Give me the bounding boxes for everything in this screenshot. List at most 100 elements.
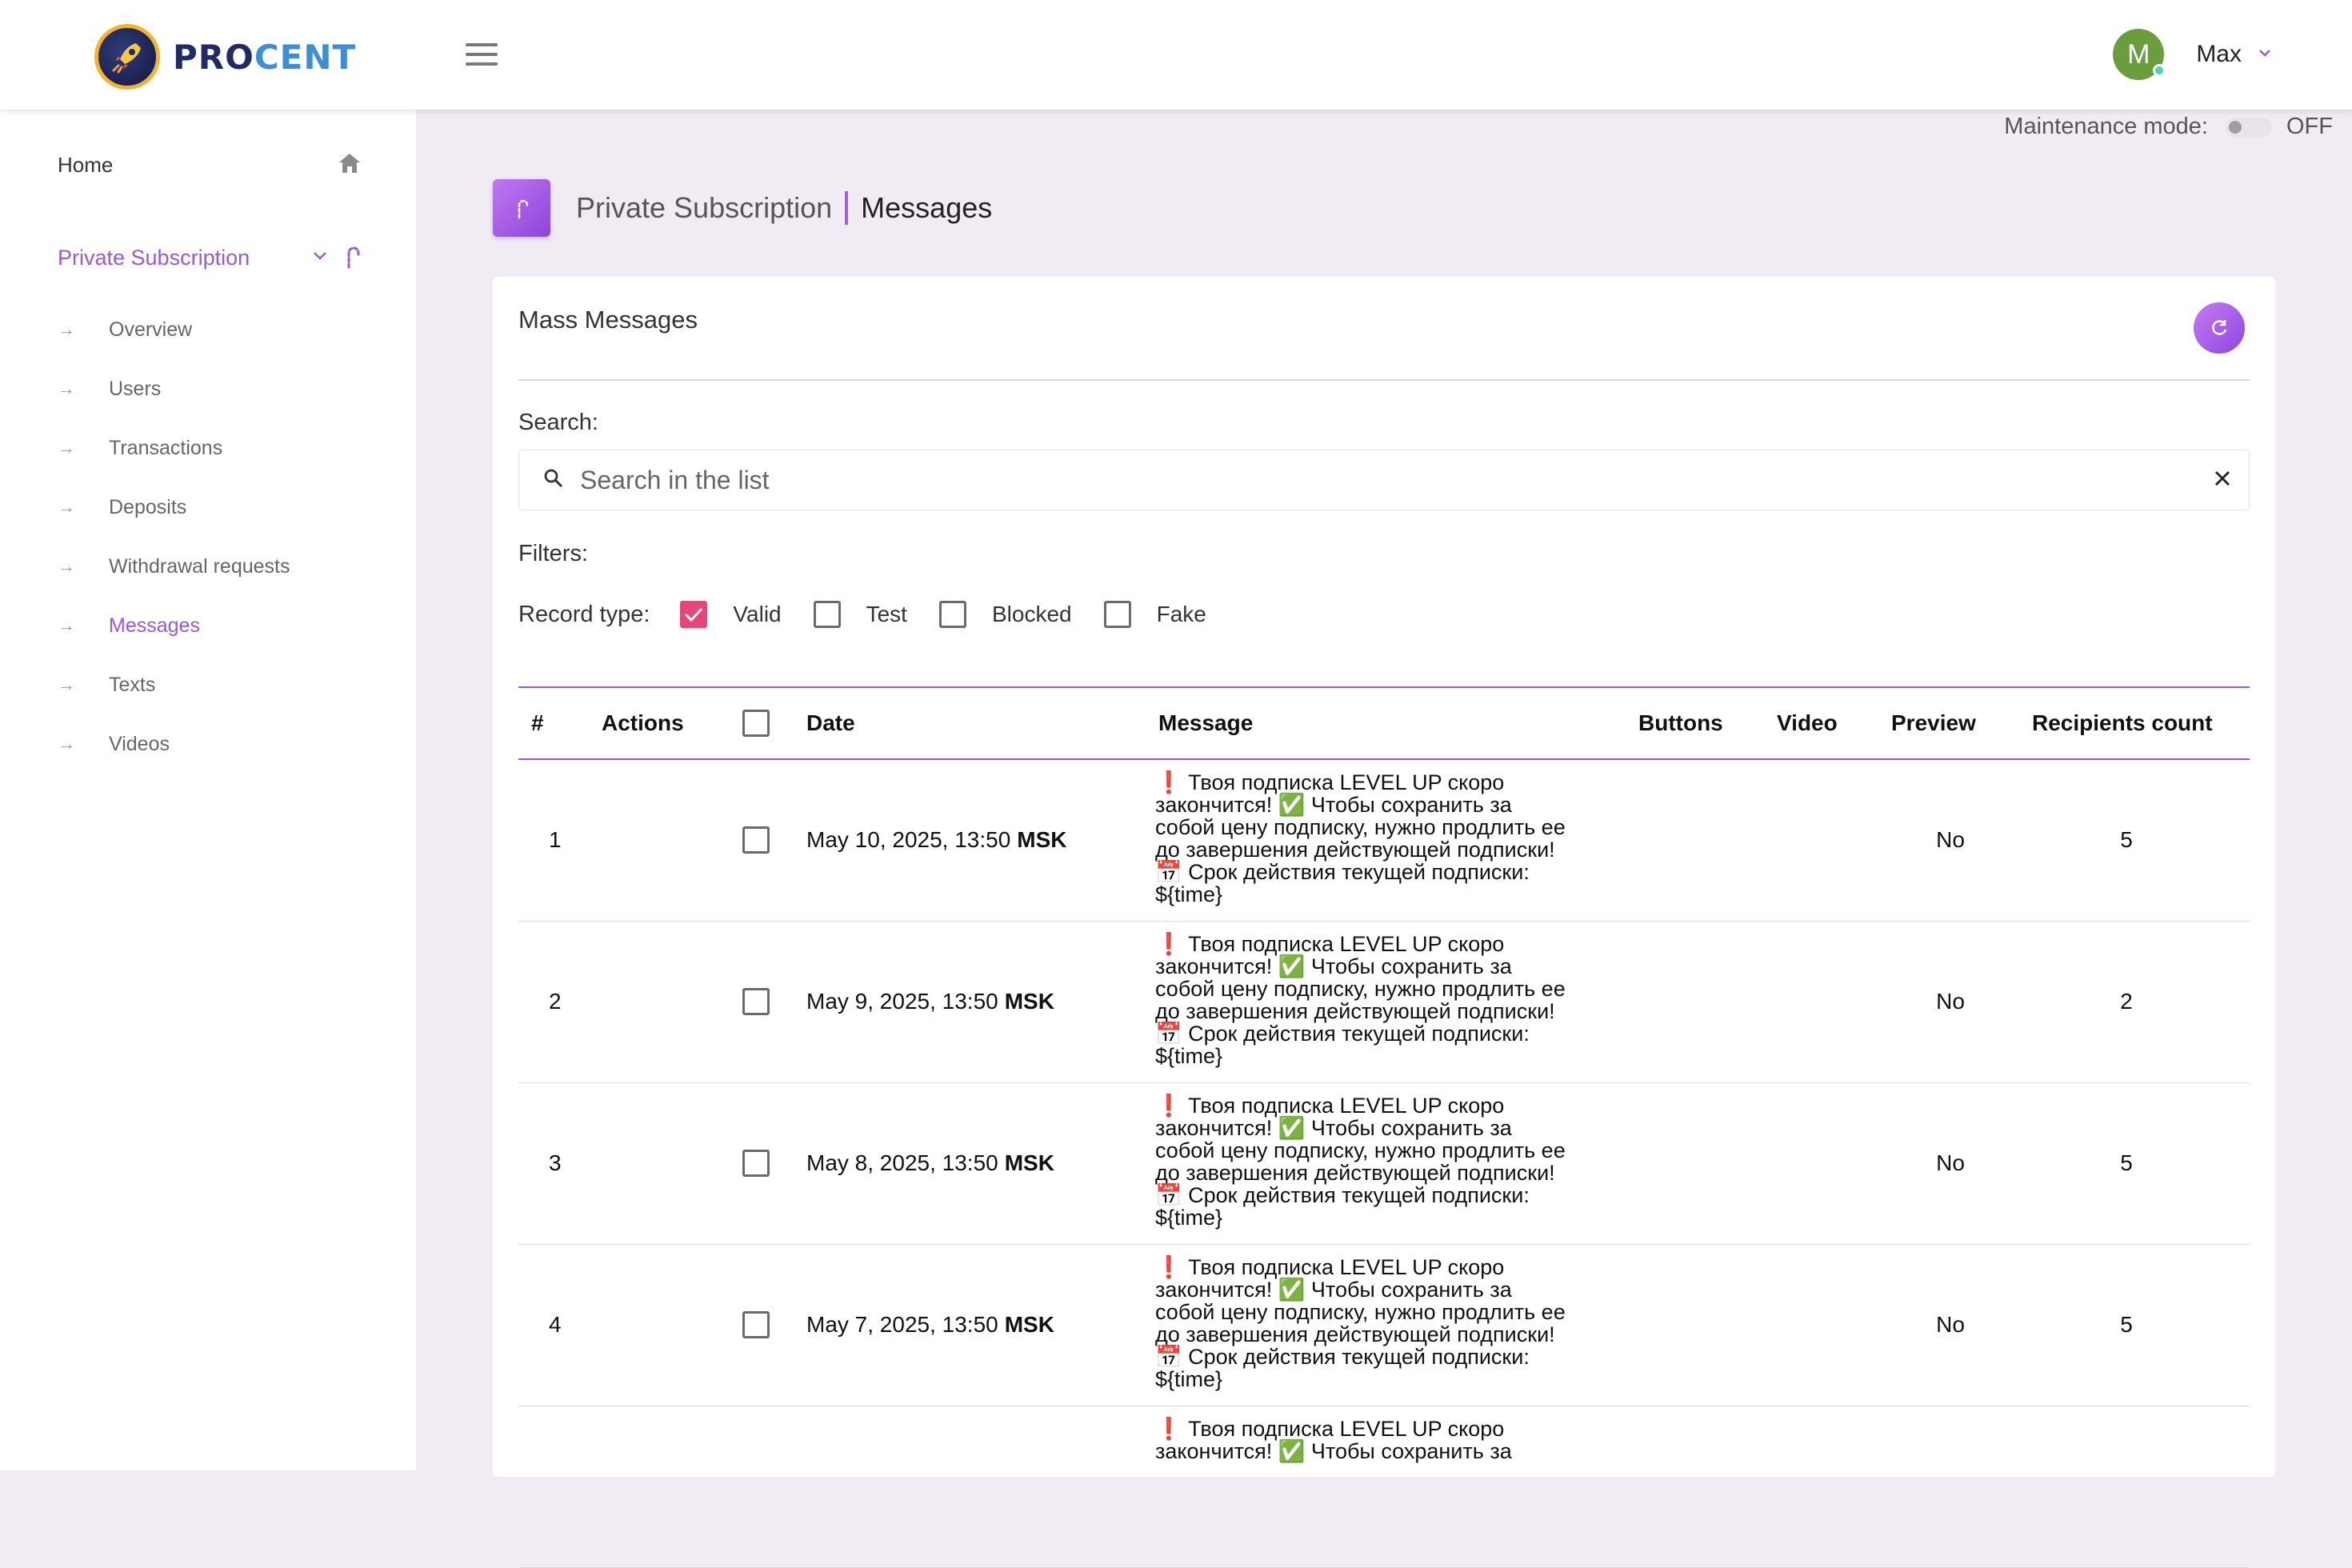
sidebar-item-label: Home xyxy=(58,152,114,177)
arrow-right-icon: → xyxy=(58,734,75,754)
sidebar-item-label: Overview xyxy=(109,318,193,341)
row-number: 3 xyxy=(549,1150,562,1175)
checkbox-blocked[interactable] xyxy=(938,601,966,628)
sidebar-item-label: Transactions xyxy=(109,436,223,459)
messages-table: # Actions Date Message Buttons Video Pre… xyxy=(518,686,2250,1568)
procent-logo[interactable]: PROCENT xyxy=(94,24,356,90)
user-name[interactable]: Max xyxy=(2196,41,2242,68)
row-select-cell xyxy=(742,1245,770,1405)
menu-toggle-icon[interactable] xyxy=(464,40,499,69)
filter-blocked[interactable]: Blocked xyxy=(938,601,1072,628)
checkbox-label: Blocked xyxy=(991,602,1072,626)
sidebar-item-users[interactable]: → Users xyxy=(58,359,394,418)
chevron-down-icon[interactable] xyxy=(312,250,328,266)
user-menu[interactable]: M Max xyxy=(2113,29,2272,80)
row-preview: No xyxy=(1936,1150,1965,1175)
home-icon xyxy=(338,152,362,178)
close-icon[interactable] xyxy=(2214,470,2231,491)
arrow-right-icon: → xyxy=(58,497,75,517)
candy-cane-icon xyxy=(342,243,362,273)
filters-label: Filters: xyxy=(518,541,588,566)
page-header: Private Subscription Messages xyxy=(493,179,992,237)
mass-messages-card: Mass Messages Search: Filters: Record ty… xyxy=(493,277,2275,1568)
sidebar-item-label: Videos xyxy=(109,732,170,755)
sidebar-item-label: Deposits xyxy=(109,495,187,518)
record-type-label: Record type: xyxy=(518,601,650,627)
checkbox-label: Fake xyxy=(1156,602,1206,626)
filter-fake[interactable]: Fake xyxy=(1103,601,1206,628)
table-header: # Actions Date Message Buttons Video Pre… xyxy=(518,686,2250,760)
sidebar: Home Private Subscription → Overview → U… xyxy=(0,110,416,1470)
column-header-actions[interactable]: Actions xyxy=(602,688,684,758)
logo-wordmark: PROCENT xyxy=(173,37,357,77)
table-row[interactable]: ❗ Твоя подписка LEVEL UP скоро закончитс… xyxy=(518,1406,2250,1568)
row-date: May 7, 2025, 13:50 MSK xyxy=(806,1312,1054,1337)
column-header-number[interactable]: # xyxy=(531,688,544,758)
select-all-cell xyxy=(742,688,770,758)
row-message: ❗ Твоя подписка LEVEL UP скоро закончитс… xyxy=(1155,770,1566,906)
refresh-button[interactable] xyxy=(2194,302,2245,354)
row-date: May 10, 2025, 13:50 MSK xyxy=(806,827,1067,852)
checkbox-test[interactable] xyxy=(813,601,841,628)
search-label: Search: xyxy=(518,410,598,435)
sidebar-item-withdrawal-requests[interactable]: → Withdrawal requests xyxy=(58,537,394,596)
arrow-right-icon: → xyxy=(58,556,75,576)
rocket-logo-icon xyxy=(94,24,160,90)
arrow-right-icon: → xyxy=(58,674,75,694)
row-checkbox[interactable] xyxy=(742,1311,770,1338)
arrow-right-icon: → xyxy=(58,319,75,339)
checkbox-valid[interactable] xyxy=(680,601,708,628)
row-date: May 8, 2025, 13:50 MSK xyxy=(806,1150,1054,1175)
row-select-cell xyxy=(742,760,770,920)
online-status-icon xyxy=(2153,64,2166,77)
row-preview: No xyxy=(1936,1312,1965,1337)
refresh-icon xyxy=(2212,320,2227,335)
record-type-filter: Record type: Valid Test Blocked Fake xyxy=(518,598,1238,630)
column-header-preview[interactable]: Preview xyxy=(1891,688,1976,758)
maintenance-toggle[interactable] xyxy=(2226,117,2272,137)
row-checkbox[interactable] xyxy=(742,1150,770,1177)
table-row[interactable]: 4 May 7, 2025, 13:50 MSK ❗ Твоя подписка … xyxy=(518,1245,2250,1406)
table-row[interactable]: 2 May 9, 2025, 13:50 MSK ❗ Твоя подписка … xyxy=(518,922,2250,1083)
chevron-down-icon[interactable] xyxy=(2258,47,2272,62)
card-title: Mass Messages xyxy=(518,306,698,334)
sidebar-item-transactions[interactable]: → Transactions xyxy=(58,418,394,478)
sidebar-item-texts[interactable]: → Texts xyxy=(58,655,394,714)
sidebar-item-overview[interactable]: → Overview xyxy=(58,300,394,359)
sidebar-section-private-subscription[interactable]: Private Subscription xyxy=(58,234,362,282)
sidebar-section-label: Private Subscription xyxy=(58,245,250,270)
table-row[interactable]: 3 May 8, 2025, 13:50 MSK ❗ Твоя подписка … xyxy=(518,1083,2250,1245)
table-row[interactable]: 1 May 10, 2025, 13:50 MSK ❗ Твоя подписка… xyxy=(518,760,2250,922)
search-input[interactable] xyxy=(580,456,2214,504)
row-checkbox[interactable] xyxy=(742,826,770,854)
top-header: PROCENT M Max xyxy=(0,0,2352,110)
search-box[interactable] xyxy=(518,450,2250,510)
search-icon xyxy=(543,468,564,493)
maintenance-mode: Maintenance mode: OFF xyxy=(2004,114,2333,140)
column-header-date[interactable]: Date xyxy=(806,688,855,758)
arrow-right-icon: → xyxy=(58,438,75,458)
column-header-video[interactable]: Video xyxy=(1777,688,1838,758)
filter-valid[interactable]: Valid xyxy=(680,601,782,628)
checkbox-label: Test xyxy=(866,602,907,626)
sidebar-subnav: → Overview → Users → Transactions → Depo… xyxy=(58,300,394,774)
breadcrumb[interactable]: Private Subscription xyxy=(576,191,832,225)
row-recipients-count: 2 xyxy=(2120,989,2133,1014)
column-header-buttons[interactable]: Buttons xyxy=(1638,688,1723,758)
checkbox-fake[interactable] xyxy=(1103,601,1131,628)
sidebar-item-label: Withdrawal requests xyxy=(109,554,290,578)
select-all-checkbox[interactable] xyxy=(742,710,770,737)
sidebar-item-messages[interactable]: → Messages xyxy=(58,596,394,655)
sidebar-item-deposits[interactable]: → Deposits xyxy=(58,478,394,537)
avatar[interactable]: M xyxy=(2113,29,2166,80)
filter-test[interactable]: Test xyxy=(813,601,907,628)
arrow-right-icon: → xyxy=(58,615,75,635)
sidebar-item-home[interactable]: Home xyxy=(58,142,362,188)
sidebar-item-videos[interactable]: → Videos xyxy=(58,714,394,774)
row-number: 2 xyxy=(549,989,562,1014)
row-checkbox[interactable] xyxy=(742,988,770,1015)
column-header-message[interactable]: Message xyxy=(1158,688,1253,758)
row-recipients-count: 5 xyxy=(2120,827,2133,852)
column-header-recipients-count[interactable]: Recipients count xyxy=(2032,688,2213,758)
row-message: ❗ Твоя подписка LEVEL UP скоро закончитс… xyxy=(1155,1255,1566,1391)
